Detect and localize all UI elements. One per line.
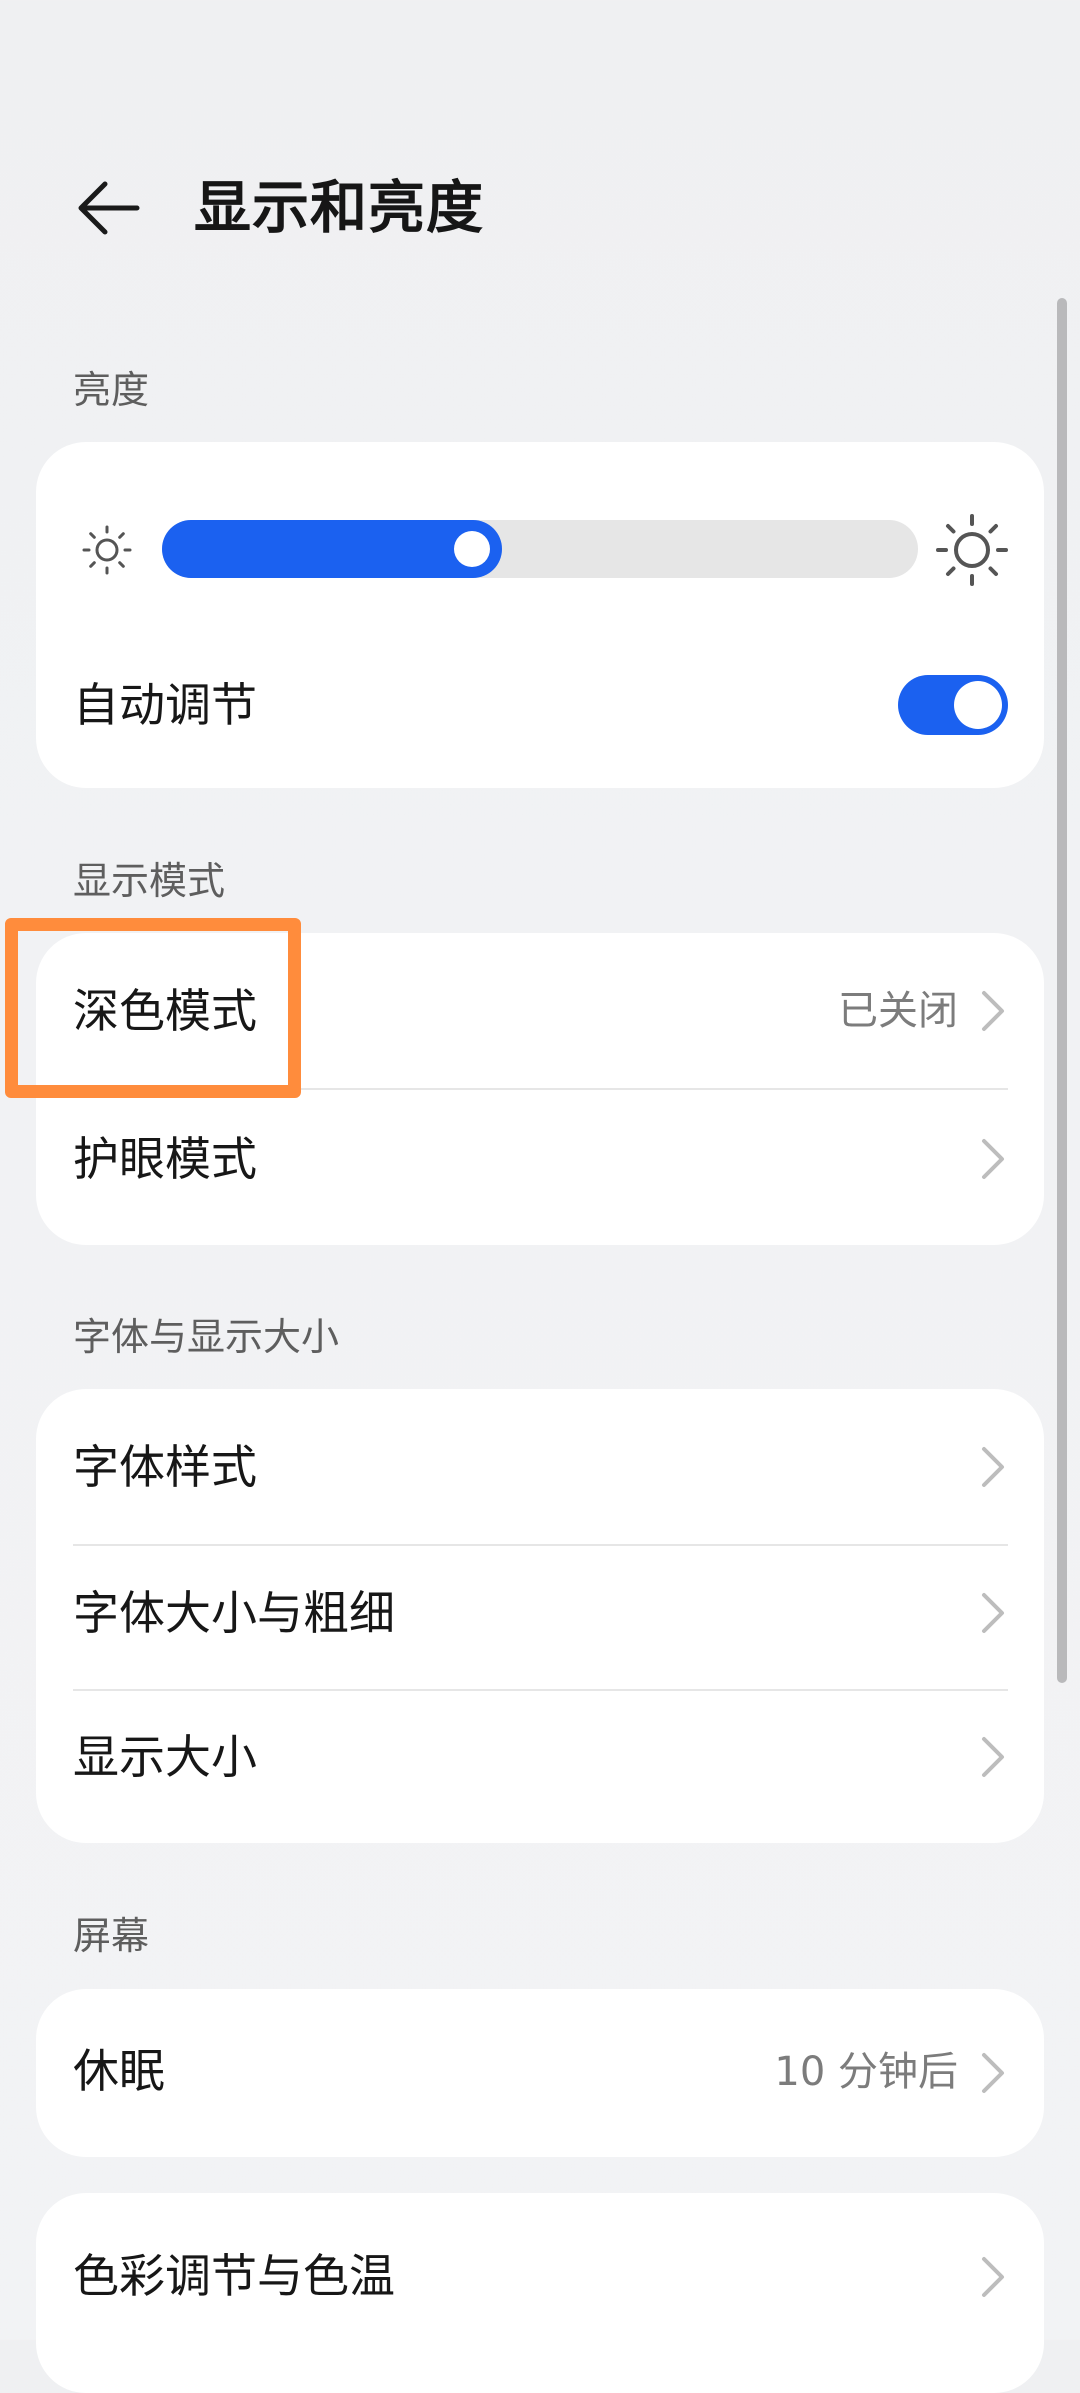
font-style-row[interactable]: 字体样式 bbox=[36, 1389, 1044, 1546]
chevron-right-icon bbox=[982, 1593, 1004, 1633]
back-button[interactable] bbox=[60, 160, 156, 256]
eye-comfort-row[interactable]: 护眼模式 bbox=[36, 1089, 1044, 1245]
sleep-label: 休眠 bbox=[73, 2044, 165, 2098]
sleep-row[interactable]: 休眠 10 分钟后 bbox=[36, 1989, 1044, 2157]
eye-comfort-label: 护眼模式 bbox=[73, 1132, 257, 1186]
chevron-right-icon bbox=[982, 2053, 1004, 2093]
font-style-label: 字体样式 bbox=[73, 1440, 257, 1494]
sun-bright-icon bbox=[936, 514, 1008, 586]
auto-brightness-label: 自动调节 bbox=[73, 678, 257, 732]
page-title: 显示和亮度 bbox=[194, 175, 484, 241]
brightness-slider[interactable] bbox=[162, 520, 918, 578]
chevron-right-icon bbox=[982, 1737, 1004, 1777]
section-header-font-display: 字体与显示大小 bbox=[73, 1315, 340, 1359]
sun-dim-icon bbox=[82, 525, 132, 575]
section-header-display-mode: 显示模式 bbox=[73, 859, 226, 903]
chevron-right-icon bbox=[982, 1447, 1004, 1487]
chevron-right-icon bbox=[982, 2257, 1004, 2297]
section-header-brightness: 亮度 bbox=[73, 368, 150, 412]
color-temperature-label: 色彩调节与色温 bbox=[73, 2249, 395, 2303]
scrollbar[interactable] bbox=[1057, 298, 1067, 1683]
display-size-row[interactable]: 显示大小 bbox=[36, 1689, 1044, 1843]
chevron-right-icon bbox=[982, 1139, 1004, 1179]
display-size-label: 显示大小 bbox=[73, 1730, 257, 1784]
auto-brightness-row: 自动调节 bbox=[36, 670, 1044, 740]
brightness-slider-thumb[interactable] bbox=[454, 531, 490, 567]
color-temperature-row[interactable]: 色彩调节与色温 bbox=[36, 2193, 1044, 2340]
highlight-box bbox=[5, 918, 301, 1098]
dark-mode-value: 已关闭 bbox=[838, 988, 958, 1034]
font-size-row[interactable]: 字体大小与粗细 bbox=[36, 1545, 1044, 1691]
brightness-slider-fill bbox=[162, 520, 502, 578]
section-header-screen: 屏幕 bbox=[73, 1914, 150, 1958]
sleep-value: 10 分钟后 bbox=[774, 2049, 958, 2095]
auto-brightness-toggle[interactable] bbox=[898, 675, 1008, 735]
chevron-right-icon bbox=[982, 991, 1004, 1031]
toggle-knob bbox=[954, 681, 1002, 729]
font-size-label: 字体大小与粗细 bbox=[73, 1586, 395, 1640]
arrow-left-icon bbox=[78, 181, 140, 235]
